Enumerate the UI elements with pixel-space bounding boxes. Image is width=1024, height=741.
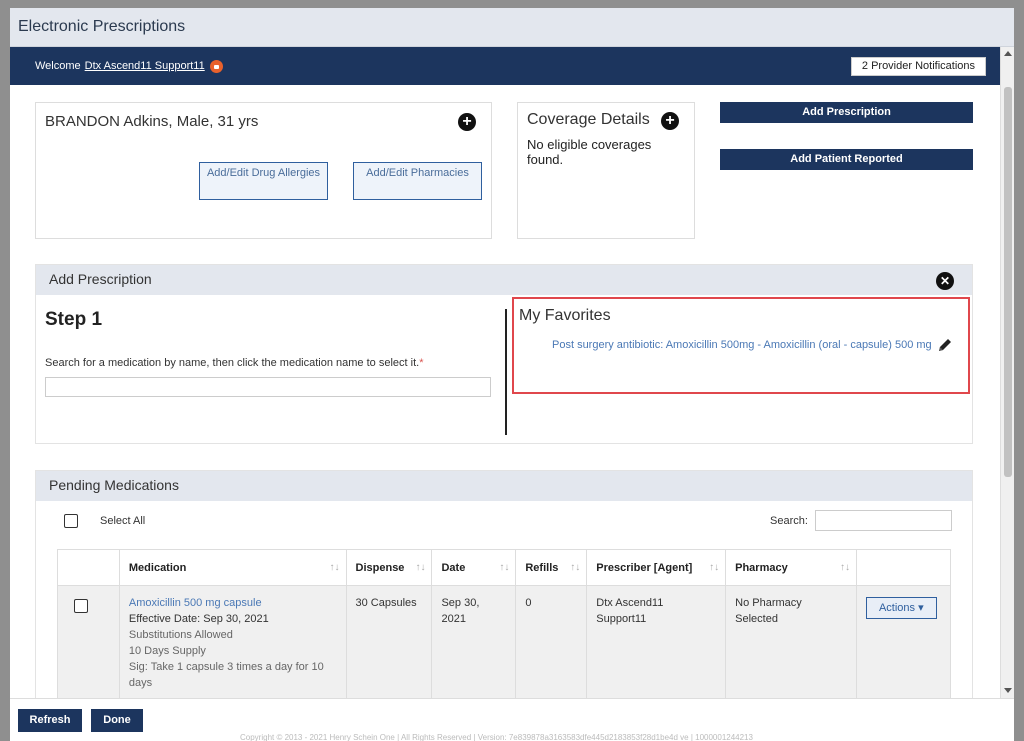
column-header-date[interactable]: Date ↑↓ <box>431 549 517 586</box>
sort-icon[interactable]: ↑↓ <box>709 562 719 573</box>
days-supply: 10 Days Supply <box>128 645 206 657</box>
required-mark: * <box>419 357 424 369</box>
actions-cell: Actions ▾ <box>855 585 952 698</box>
add-prescription-panel: Add Prescription ✕ Step 1 Search for a m… <box>35 264 973 444</box>
column-header-refills[interactable]: Refills ↑↓ <box>515 549 588 586</box>
add-coverage-icon[interactable]: + <box>661 112 679 130</box>
medication-cell: Amoxicillin 500 mg capsule Effective Dat… <box>118 585 347 698</box>
coverage-message: No eligible coverages found. <box>527 137 652 167</box>
scroll-down-icon[interactable] <box>1004 688 1012 693</box>
sort-icon[interactable]: ↑↓ <box>840 562 850 573</box>
favorites-title: My Favorites <box>519 307 611 324</box>
add-patient-info-icon[interactable]: + <box>458 113 476 131</box>
copyright: Copyright © 2013 - 2021 Henry Schein One… <box>240 733 753 741</box>
sig: Sig: Take 1 capsule 3 times a day for 10… <box>128 661 324 689</box>
sort-icon[interactable]: ↑↓ <box>499 562 509 573</box>
add-prescription-button[interactable]: Add Prescription <box>720 102 973 123</box>
provider-notifications-button[interactable]: 2 Provider Notifications <box>850 57 986 76</box>
medication-link[interactable]: Amoxicillin 500 mg capsule <box>129 595 337 611</box>
welcome-prefix: Welcome <box>35 60 81 72</box>
step-title: Step 1 <box>45 309 103 330</box>
effective-date: Effective Date: Sep 30, 2021 <box>128 613 269 625</box>
window-title: Electronic Prescriptions <box>10 8 1014 47</box>
dispense-cell: 30 Capsules <box>345 585 433 698</box>
divider <box>505 309 507 435</box>
done-button[interactable]: Done <box>91 709 143 732</box>
column-header-prescriber[interactable]: Prescriber [Agent] ↑↓ <box>586 549 727 586</box>
date-cell: Sep 30, 2021 <box>431 585 517 698</box>
pencil-icon[interactable] <box>937 337 953 353</box>
sort-icon[interactable]: ↑↓ <box>330 562 340 573</box>
add-edit-pharmacies-button[interactable]: Add/Edit Pharmacies <box>353 162 482 200</box>
row-select-cell <box>57 585 120 698</box>
column-header-medication[interactable]: Medication ↑↓ <box>118 549 347 586</box>
select-all-checkbox[interactable] <box>64 514 78 528</box>
substitutions: Substitutions Allowed <box>128 629 233 641</box>
footer: Refresh Done Copyright © 2013 - 2021 Hen… <box>10 698 1014 741</box>
add-patient-reported-button[interactable]: Add Patient Reported <box>720 149 973 170</box>
refresh-button[interactable]: Refresh <box>18 709 82 732</box>
sort-icon[interactable]: ↑↓ <box>570 562 580 573</box>
row-checkbox[interactable] <box>74 599 88 613</box>
column-header-dispense[interactable]: Dispense ↑↓ <box>345 549 433 586</box>
lock-icon[interactable] <box>209 59 223 73</box>
prescriber-cell: Dtx Ascend11 Support11 <box>586 585 727 698</box>
my-favorites-box: My Favorites Post surgery antibiotic: Am… <box>512 297 970 394</box>
pending-search-input[interactable] <box>815 510 952 531</box>
coverage-title: Coverage Details <box>527 111 650 128</box>
pending-medications-table: Medication ↑↓ Dispense ↑↓ Date ↑↓ Refills ↑↓… <box>57 549 952 698</box>
caret-down-icon: ▾ <box>918 602 924 614</box>
vertical-scrollbar[interactable] <box>1000 47 1014 699</box>
column-header-actions <box>855 549 952 586</box>
pharmacy-cell: No Pharmacy Selected <box>725 585 857 698</box>
coverage-card: Coverage Details + No eligible coverages… <box>517 102 695 239</box>
patient-card: BRANDON Adkins, Male, 31 yrs + Add/Edit … <box>35 102 492 239</box>
medication-search-input[interactable] <box>45 377 491 397</box>
scroll-thumb[interactable] <box>1004 87 1012 477</box>
add-prescription-header-label: Add Prescription <box>49 271 152 287</box>
step-instruction-text: Search for a medication by name, then cl… <box>45 357 420 369</box>
scroll-up-icon[interactable] <box>1004 51 1012 56</box>
search-label: Search: <box>770 515 808 527</box>
patient-name: BRANDON Adkins, Male, 31 yrs <box>45 113 259 130</box>
user-link[interactable]: Dtx Ascend11 Support11 <box>85 60 205 72</box>
table-row: Amoxicillin 500 mg capsule Effective Dat… <box>57 585 952 698</box>
add-prescription-header: Add Prescription ✕ <box>36 265 972 295</box>
add-edit-drug-allergies-button[interactable]: Add/Edit Drug Allergies <box>199 162 328 200</box>
pending-medications-panel: Pending Medications Select All Search: M… <box>35 470 973 698</box>
select-all-label: Select All <box>100 515 146 527</box>
favorite-item[interactable]: Post surgery antibiotic: Amoxicillin 500… <box>552 335 962 355</box>
close-icon[interactable]: ✕ <box>936 272 954 290</box>
eprescriptions-window: Electronic Prescriptions Welcome Dtx Asc… <box>10 8 1014 741</box>
step-instruction: Search for a medication by name, then cl… <box>45 357 423 369</box>
favorite-item-link[interactable]: Post surgery antibiotic: Amoxicillin 500… <box>552 339 932 351</box>
sort-icon[interactable]: ↑↓ <box>415 562 425 573</box>
column-header-pharmacy[interactable]: Pharmacy ↑↓ <box>725 549 857 586</box>
refills-cell: 0 <box>515 585 588 698</box>
actions-label: Actions <box>878 602 916 614</box>
welcome-bar: Welcome Dtx Ascend11 Support11 2 Provide… <box>10 47 1014 85</box>
column-header-select <box>57 549 120 586</box>
table-header-row: Medication ↑↓ Dispense ↑↓ Date ↑↓ Refills ↑↓… <box>57 549 952 586</box>
pending-medications-header: Pending Medications <box>36 471 972 501</box>
actions-dropdown-button[interactable]: Actions ▾ <box>865 597 937 619</box>
main-content: BRANDON Adkins, Male, 31 yrs + Add/Edit … <box>10 86 1000 698</box>
